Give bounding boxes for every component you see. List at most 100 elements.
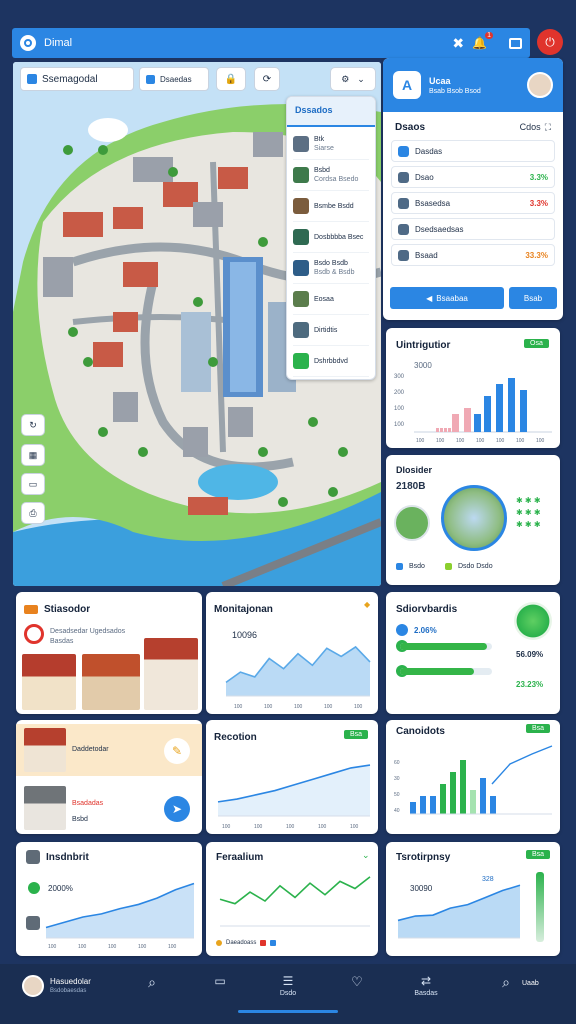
user-name: Hasuedolar [50, 977, 91, 986]
listing-thumb-icon [293, 322, 309, 338]
bar-chart-title: Uintrigutior [396, 340, 451, 351]
stats-row-icon [398, 197, 409, 209]
listing-item[interactable]: Btk Siarse [293, 129, 369, 160]
power-button[interactable]: ⏻ [537, 29, 563, 55]
lock-button[interactable]: 🔒 [216, 67, 246, 91]
stats-row[interactable]: Dasdas [391, 140, 555, 162]
expand-icon[interactable]: ⛶ [545, 122, 551, 133]
nav-share[interactable]: ⇄ Basdas [406, 974, 446, 997]
district-year: 2180B [396, 481, 426, 492]
listing-popup: Dssados Btk Siarse Bsbd Cordsa Bsedo Bsmbe B… [286, 96, 376, 380]
listing-item-name: Eosaa [314, 295, 334, 303]
listing-thumb-icon [293, 260, 309, 276]
listing-item-sub: Bsdb & Bsdb [314, 269, 355, 276]
map-chat-button[interactable]: ▭ [21, 473, 45, 495]
monitoring-title: Monitajonan [214, 604, 273, 615]
listing-item-name: Bsdo Bsdb [314, 260, 348, 267]
listing-item[interactable]: Bsbd Cordsa Bsedo [293, 160, 369, 191]
satellite-pct2: 56.09% [516, 650, 544, 659]
search-input[interactable]: Ssemagodal [20, 67, 134, 91]
house-image-2 [82, 654, 140, 710]
listing-item-name: Dshrbbdvd [314, 357, 348, 365]
bar [430, 796, 436, 814]
filter-icon [146, 74, 155, 84]
energy-card: Tsrotirpnsy Bsa 30090 328 [386, 842, 560, 956]
x-tick-label: 100 [138, 944, 147, 950]
listing-thumb-icon [293, 229, 309, 245]
listing-items: Btk Siarse Bsbd Cordsa Bsedo Bsmbe Bsdd Dosbb… [287, 127, 375, 379]
listing-item[interactable]: Dosbbbba Bsec [293, 222, 369, 253]
profile-logo-icon: A [393, 71, 421, 99]
stats-row-pct: 33.3% [525, 250, 548, 260]
residential-edit-button[interactable]: ✎ [164, 738, 190, 764]
stats-row-label: Bsasedsa [415, 198, 451, 208]
share-icon: ⇄ [420, 974, 432, 988]
map-zoom-button[interactable]: ↻ [21, 414, 45, 436]
nav-favorites[interactable]: ♡ [337, 974, 377, 990]
listing-item[interactable]: Dirtidtis [293, 315, 369, 346]
x-tick-label: 100 [294, 704, 303, 710]
listing-item-name: Btk [314, 136, 325, 143]
x-tick-label: 100 [436, 438, 445, 444]
x-tick-label: 100 [318, 824, 327, 830]
user-avatar[interactable] [22, 975, 44, 997]
stats-row-icon [398, 249, 409, 261]
primary-action-button[interactable]: ◀ Bsaabaa [390, 287, 504, 309]
x-tick-label: 100 [354, 704, 363, 710]
stats-row-label: Bsaad [415, 250, 438, 260]
pin-small-icon: ◆ [364, 600, 371, 609]
gear-icon: ⚙ [341, 73, 350, 84]
reception-card: Recotion Bsa 100 100 100 100 100 [206, 720, 378, 834]
progress-bar-1 [400, 643, 492, 650]
map-print-button[interactable]: ⎙ [21, 502, 45, 524]
residential-action-button[interactable]: ➤ [164, 796, 190, 822]
trend-line [491, 745, 553, 785]
send-icon: ◀ [426, 293, 433, 303]
bar [460, 760, 466, 814]
listing-thumb-icon [293, 291, 309, 307]
listing-item-sub: Cordsa Bsedo [314, 176, 359, 183]
district-photo-main [441, 485, 507, 551]
search-icon: ⌕ [148, 974, 156, 990]
x-tick-label: 100 [416, 438, 425, 444]
stats-row[interactable]: Bsaad 33.3% [391, 244, 555, 266]
residential-label: Daddetodar [72, 746, 109, 753]
refresh-button[interactable]: ⟳ [254, 67, 280, 91]
residential-image-2 [24, 786, 66, 830]
listing-item[interactable]: Eosaa [293, 284, 369, 315]
notification-icon[interactable]: 🔔 1 [472, 32, 493, 50]
bar [440, 428, 443, 432]
map-layers-button[interactable]: ▦ [21, 444, 45, 466]
stats-row-icon [398, 223, 409, 235]
search-icon: ⌕ [502, 974, 510, 990]
stats-row-icon [398, 145, 409, 157]
settings-dropdown[interactable]: ⚙ ⌄ [330, 67, 376, 91]
statistics-caption: Basdas [50, 638, 74, 645]
bar [496, 384, 503, 432]
listing-item[interactable]: Bsmbe Bsdd [293, 191, 369, 222]
filter-select[interactable]: Dsaedas [139, 67, 209, 91]
nav-search-2[interactable]: ⌕ [486, 974, 526, 991]
layout-icon[interactable] [509, 37, 522, 49]
nav-reports[interactable]: ☰ Dsdo [268, 974, 308, 997]
listing-item-name: Bsbd [314, 167, 330, 174]
nav-search[interactable]: ⌕ [132, 974, 172, 991]
bar [452, 414, 459, 432]
listing-item[interactable]: Dshrbbdvd [293, 346, 369, 377]
stats-row[interactable]: Dsedsaedsas [391, 218, 555, 240]
avatar[interactable] [527, 72, 553, 98]
listing-item[interactable]: Bsdo Bsdb Bsdb & Bsdb [293, 253, 369, 284]
revenue-title: Feraalium [216, 852, 264, 863]
stats-row[interactable]: Dsao 3.3% [391, 166, 555, 188]
satellite-card: Sdiorvbardis 2.06% 56.09% 23.23% [386, 592, 560, 714]
statistics-title: Stiasodor [44, 604, 91, 615]
secondary-action-button[interactable]: Bsab [509, 287, 557, 309]
nav-user-label[interactable]: Uaab [522, 980, 539, 987]
listing-thumb-icon [293, 198, 309, 214]
bar [420, 796, 426, 814]
listing-item-name: Dirtidtis [314, 326, 338, 334]
stats-row[interactable]: Bsasedsa 3.3% [391, 192, 555, 214]
pin-icon[interactable]: ✖ [452, 35, 464, 52]
revenue-filter-icon[interactable]: ⌄ [362, 850, 370, 861]
nav-documents[interactable]: ▭ [200, 974, 240, 988]
